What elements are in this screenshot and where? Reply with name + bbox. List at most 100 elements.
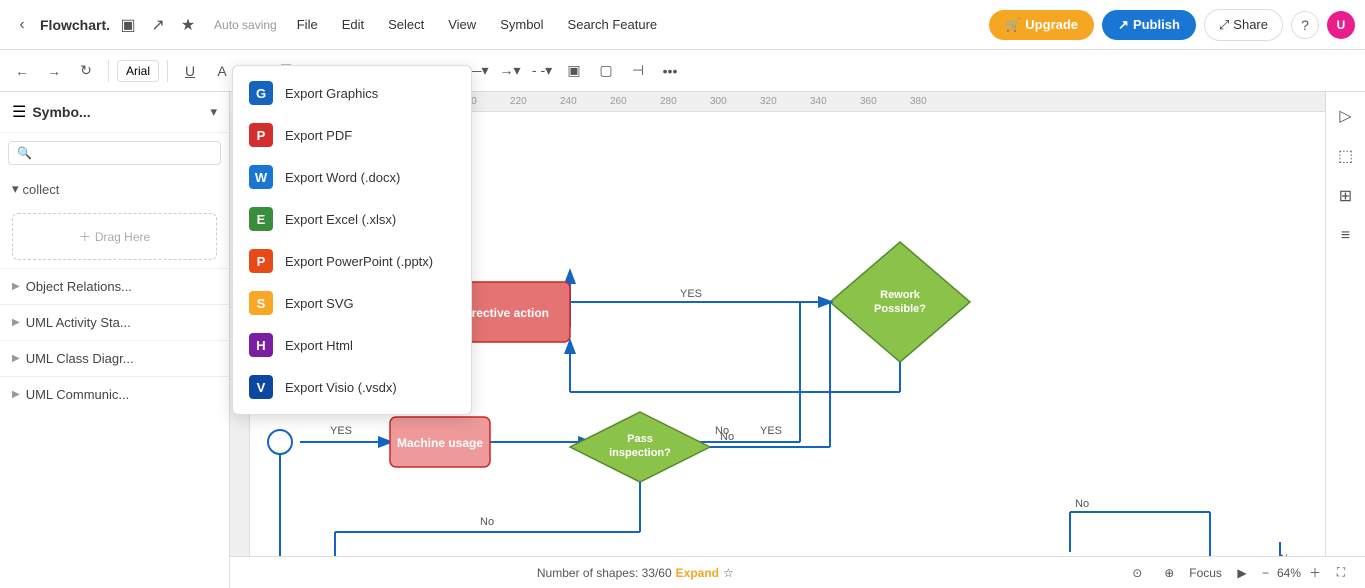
export-icon[interactable]: ↗: [146, 13, 170, 37]
sidebar: ☰ Symbo... ▾ 🔍 ▾ collect ＋ Drag Here ▶ O…: [0, 92, 230, 588]
export-visio-icon: V: [249, 375, 273, 399]
layer-front-button[interactable]: ▣: [560, 57, 588, 85]
save-icon[interactable]: ▣: [116, 13, 140, 37]
menu-edit[interactable]: Edit: [330, 11, 376, 38]
svg-text:No: No: [1075, 498, 1089, 510]
export-excel-icon: E: [249, 207, 273, 231]
reset-button[interactable]: ↻: [72, 57, 100, 85]
topbar: ‹ Flowchart. ▣ ↗ ★ Auto saving File Edit…: [0, 0, 1365, 50]
svg-text:inspection?: inspection?: [609, 447, 671, 459]
separator-1: [108, 60, 109, 82]
sidebar-item-uml-class[interactable]: ▶ UML Class Diagr...: [0, 340, 229, 376]
menu-search-feature[interactable]: Search Feature: [556, 11, 670, 38]
underline-button[interactable]: U: [176, 57, 204, 85]
export-word-label: Export Word (.docx): [285, 170, 400, 185]
svg-text:YES: YES: [330, 425, 352, 437]
collect-label: ▾ collect: [12, 181, 217, 197]
play-icon[interactable]: ▶: [1230, 561, 1254, 585]
svg-text:Pass: Pass: [627, 433, 653, 445]
export-visio-item[interactable]: V Export Visio (.vsdx): [233, 366, 471, 408]
export-graphics-item[interactable]: G Export Graphics: [233, 72, 471, 114]
layer-back-button[interactable]: ▢: [592, 57, 620, 85]
status-center: Number of shapes: 33/60 Expand ☆: [157, 566, 1113, 580]
zoom-out-button[interactable]: −: [1262, 566, 1269, 580]
svg-text:No: No: [720, 431, 734, 443]
export-graphics-icon: G: [249, 81, 273, 105]
export-excel-label: Export Excel (.xlsx): [285, 212, 396, 227]
sidebar-item-object-relations[interactable]: ▶ Object Relations...: [0, 268, 229, 304]
grid-icon[interactable]: ⊞: [1330, 180, 1362, 212]
zoom-level: 64%: [1277, 566, 1301, 580]
export-html-item[interactable]: H Export Html: [233, 324, 471, 366]
export-word-icon: W: [249, 165, 273, 189]
export-pptx-item[interactable]: P Export PowerPoint (.pptx): [233, 240, 471, 282]
fullscreen-icon[interactable]: ⛶: [1329, 561, 1353, 585]
properties-icon[interactable]: ▷: [1330, 100, 1362, 132]
collect-section: ▾ collect: [0, 173, 229, 205]
topbar-left: ‹ Flowchart. ▣ ↗ ★ Auto saving: [10, 13, 277, 37]
menu-file[interactable]: File: [285, 11, 330, 38]
share-label: Share: [1233, 17, 1268, 32]
share-icon: ⤢: [1219, 17, 1229, 33]
menu-symbol[interactable]: Symbol: [488, 11, 555, 38]
svg-text:Rework: Rework: [880, 289, 921, 301]
export-pptx-icon: P: [249, 249, 273, 273]
sidebar-icon: ☰: [12, 102, 26, 122]
lines-icon[interactable]: ≡: [1330, 220, 1362, 252]
arrow-icon: ▶: [12, 317, 20, 328]
sidebar-title: Symbo...: [32, 104, 90, 120]
export-html-icon: H: [249, 333, 273, 357]
collect-arrow[interactable]: ▾: [12, 181, 19, 197]
focus-icon[interactable]: ⊕: [1157, 561, 1181, 585]
topbar-right: 🛒 Upgrade ↗ Publish ⤢ Share ? U: [989, 9, 1355, 41]
star-icon-status: ☆: [723, 566, 734, 580]
export-pptx-label: Export PowerPoint (.pptx): [285, 254, 433, 269]
export-pdf-icon: P: [249, 123, 273, 147]
avatar[interactable]: U: [1327, 11, 1355, 39]
toolbar: ← → ↻ Arial U A I ☰ ≡▾ T ◈ ✏ ⌐ —▾ →▾ - -…: [0, 50, 1365, 92]
publish-button[interactable]: ↗ Publish: [1102, 10, 1196, 40]
svg-text:YES: YES: [680, 288, 702, 300]
sidebar-item-uml-activity[interactable]: ▶ UML Activity Sta...: [0, 304, 229, 340]
app-title: Flowchart.: [40, 17, 110, 33]
back-icon[interactable]: ‹: [10, 13, 34, 37]
line-dash-button[interactable]: - -▾: [528, 57, 556, 85]
help-icon[interactable]: ?: [1291, 11, 1319, 39]
drag-here-label: Drag Here: [95, 230, 150, 244]
undo-button[interactable]: ←: [8, 57, 36, 85]
star-icon[interactable]: ★: [176, 13, 200, 37]
sidebar-arrow[interactable]: ▾: [210, 104, 217, 120]
svg-text:Machine usage: Machine usage: [397, 436, 483, 450]
export-word-item[interactable]: W Export Word (.docx): [233, 156, 471, 198]
export-pdf-item[interactable]: P Export PDF: [233, 114, 471, 156]
drag-here-box: ＋ Drag Here: [12, 213, 217, 260]
share-button[interactable]: ⤢ Share: [1204, 9, 1283, 41]
export-excel-item[interactable]: E Export Excel (.xlsx): [233, 198, 471, 240]
zoom-in-button[interactable]: ＋: [1309, 564, 1321, 581]
arrow-style-button[interactable]: →▾: [496, 57, 524, 85]
menu-select[interactable]: Select: [376, 11, 436, 38]
search-bar[interactable]: 🔍: [8, 141, 221, 165]
redo-button[interactable]: →: [40, 57, 68, 85]
status-right: ⊙ ⊕ Focus ▶ − 64% ＋ ⛶: [1125, 561, 1353, 585]
export-svg-item[interactable]: S Export SVG: [233, 282, 471, 324]
expand-button[interactable]: Expand: [676, 566, 719, 580]
sidebar-header: ☰ Symbo... ▾: [0, 92, 229, 133]
svg-text:YES: YES: [760, 425, 782, 437]
export-graphics-label: Export Graphics: [285, 86, 378, 101]
shapes-count: Number of shapes: 33/60: [537, 566, 672, 580]
layers-icon[interactable]: ⊙: [1125, 561, 1149, 585]
section-label: UML Class Diagr...: [26, 351, 134, 366]
publish-label: Publish: [1133, 17, 1180, 32]
arrow-icon: ▶: [12, 281, 20, 292]
more-button[interactable]: •••: [656, 57, 684, 85]
sidebar-item-uml-communic[interactable]: ▶ UML Communic...: [0, 376, 229, 412]
menu-view[interactable]: View: [436, 11, 488, 38]
section-label: Object Relations...: [26, 279, 132, 294]
format-icon[interactable]: ⬚: [1330, 140, 1362, 172]
export-visio-label: Export Visio (.vsdx): [285, 380, 397, 395]
upgrade-button[interactable]: 🛒 Upgrade: [989, 10, 1094, 40]
align-left-button[interactable]: ⊣: [624, 57, 652, 85]
font-selector[interactable]: Arial: [117, 60, 159, 82]
export-svg-label: Export SVG: [285, 296, 354, 311]
